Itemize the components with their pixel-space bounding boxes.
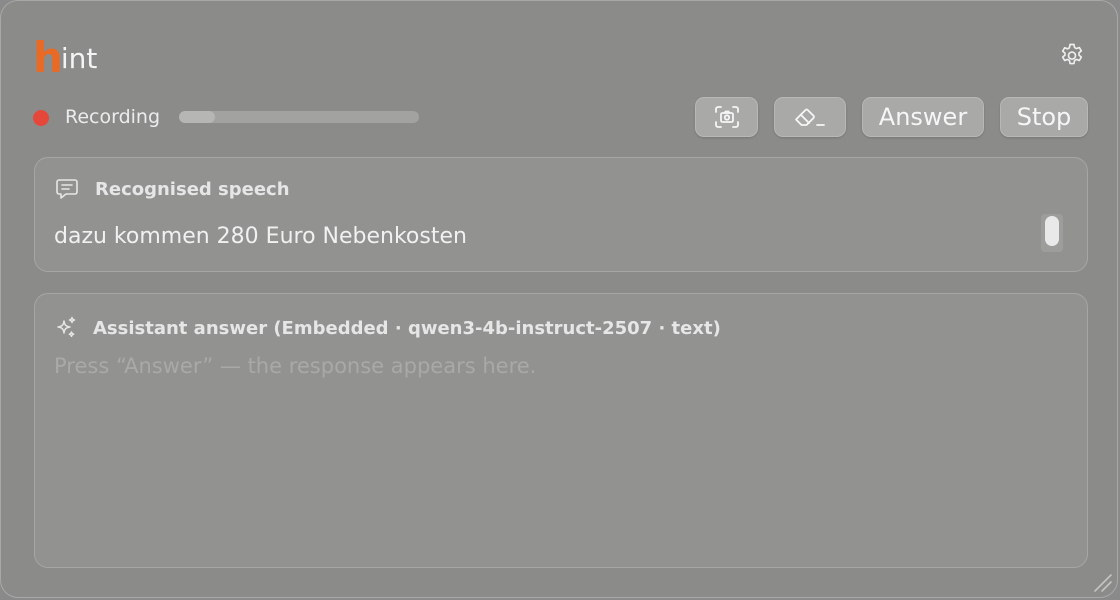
logo-text: int	[60, 42, 98, 75]
recording-indicator	[33, 110, 49, 126]
speech-scrollbar[interactable]	[1041, 214, 1063, 252]
answer-button[interactable]: Answer	[862, 97, 984, 137]
eraser-icon	[795, 108, 825, 126]
answer-panel-title: Assistant answer (Embedded · qwen3-4b-in…	[93, 317, 721, 339]
speech-panel-title: Recognised speech	[95, 178, 290, 200]
resize-grip-icon[interactable]	[1089, 569, 1113, 593]
screenshot-button[interactable]	[695, 97, 758, 137]
stop-button[interactable]: Stop	[1000, 97, 1088, 137]
answer-placeholder: Press “Answer” — the response appears he…	[54, 354, 537, 378]
logo-initial: h	[33, 33, 63, 82]
audio-level-fill	[179, 111, 215, 123]
gear-icon[interactable]	[1058, 41, 1086, 69]
recognised-speech-text: dazu kommen 280 Euro Nebenkosten	[54, 224, 467, 249]
recognised-speech-panel: Recognised speech dazu kommen 280 Euro N…	[34, 157, 1088, 272]
speech-bubble-icon	[56, 179, 78, 199]
audio-level-bar	[179, 111, 419, 123]
clear-button[interactable]	[774, 97, 846, 137]
sparkles-icon	[57, 316, 76, 338]
assistant-answer-panel: Assistant answer (Embedded · qwen3-4b-in…	[34, 293, 1088, 568]
recording-label: Recording	[65, 106, 161, 128]
speech-scrollbar-thumb[interactable]	[1045, 216, 1059, 246]
app-logo: h int	[33, 33, 97, 79]
speech-panel-header: Recognised speech	[55, 178, 290, 200]
answer-panel-header: Assistant answer (Embedded · qwen3-4b-in…	[55, 316, 721, 340]
screenshot-camera-icon	[714, 106, 739, 128]
hint-window: h int Recording Answer Stop Recognised s…	[0, 0, 1118, 598]
